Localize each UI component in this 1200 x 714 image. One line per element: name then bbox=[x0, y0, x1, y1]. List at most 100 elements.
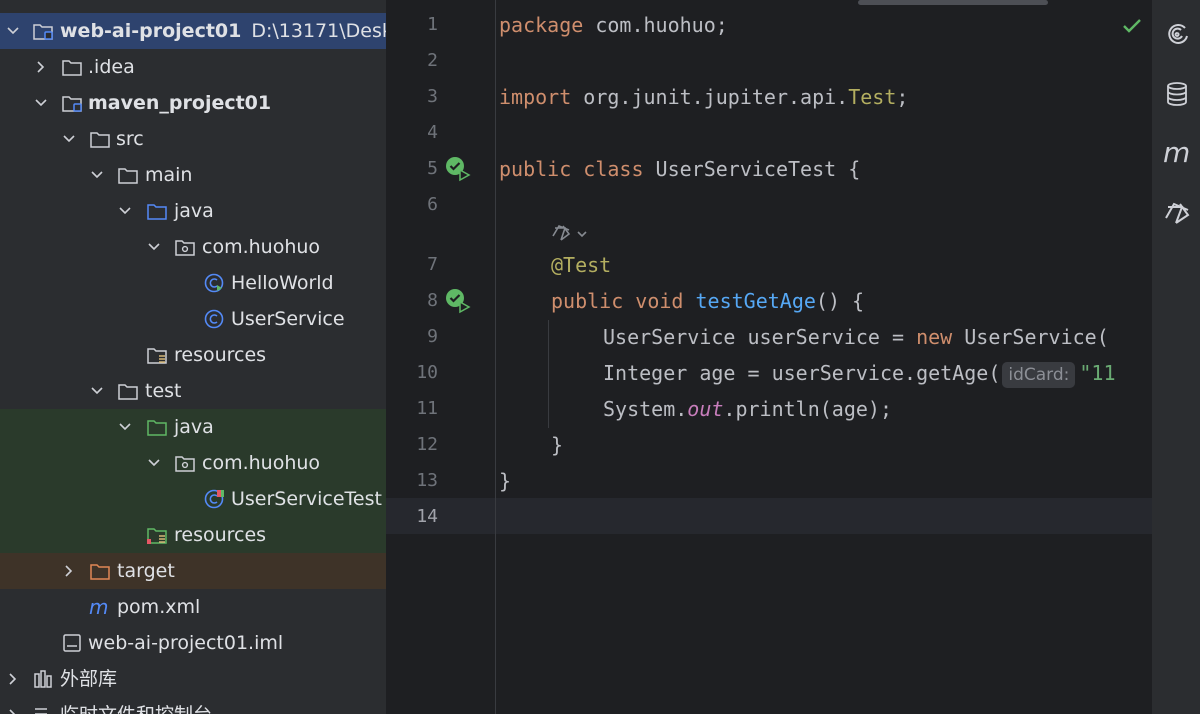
run-test-method-icon[interactable] bbox=[444, 287, 472, 315]
ai-chat-tool[interactable] bbox=[1162, 198, 1192, 228]
tree-item-label: 外部库 bbox=[60, 668, 118, 690]
tree-item-label: 临时文件和控制台 bbox=[60, 697, 212, 714]
database-tool[interactable] bbox=[1162, 79, 1192, 109]
package-icon bbox=[174, 452, 196, 474]
ai-chat-icon bbox=[1165, 202, 1190, 224]
tree-item-label: web-ai-project01.iml bbox=[88, 632, 284, 654]
project-tree-panel: web-ai-project01D:\13171\Desktop\ .idea … bbox=[0, 0, 386, 714]
folder-icon bbox=[89, 128, 111, 150]
line-number: 11 bbox=[416, 398, 438, 419]
path-hint: D:\13171\Desktop\ bbox=[251, 20, 386, 42]
module-folder-icon bbox=[61, 92, 83, 114]
code-line-7: @Test bbox=[551, 253, 612, 277]
code-line-5: public class UserServiceTest { bbox=[499, 157, 861, 181]
chevron-down-icon[interactable] bbox=[34, 96, 48, 110]
chevron-right-icon[interactable] bbox=[62, 564, 76, 578]
test-class-icon bbox=[203, 488, 225, 510]
tree-item-userservice[interactable]: UserService bbox=[0, 301, 386, 337]
code-line-13: } bbox=[499, 469, 512, 493]
tree-item-userservicetest[interactable]: UserServiceTest bbox=[0, 481, 386, 517]
chevron-down-icon[interactable] bbox=[90, 384, 104, 398]
code-line-3: import org.junit.jupiter.api.Test; bbox=[499, 85, 909, 109]
line-number: 4 bbox=[427, 122, 438, 143]
editor-gutter: 1 2 3 4 5 6 7 8 9 10 11 12 13 14 bbox=[386, 0, 496, 714]
tree-item-label: maven_project01 bbox=[88, 92, 272, 114]
horizontal-scrollbar[interactable] bbox=[858, 0, 1048, 5]
line-number: 1 bbox=[427, 14, 438, 35]
tree-item-project-root[interactable]: web-ai-project01D:\13171\Desktop\ bbox=[0, 13, 386, 49]
chevron-right-icon[interactable] bbox=[6, 672, 20, 686]
chevron-down-icon[interactable] bbox=[147, 456, 161, 470]
line-number: 10 bbox=[416, 362, 438, 383]
indent-guide bbox=[548, 320, 549, 428]
class-icon bbox=[203, 308, 225, 330]
maven-file-icon: m bbox=[89, 596, 111, 618]
code-editor[interactable]: 1 2 3 4 5 6 7 8 9 10 11 12 13 14 package… bbox=[386, 0, 1152, 714]
tree-item-label: target bbox=[117, 560, 175, 582]
tree-item-main[interactable]: main bbox=[0, 157, 386, 193]
line-number: 9 bbox=[427, 326, 438, 347]
tree-item-test-resources[interactable]: resources bbox=[0, 517, 386, 553]
chevron-down-icon[interactable] bbox=[118, 420, 132, 434]
test-source-folder-icon bbox=[146, 416, 168, 438]
tree-item-pom[interactable]: m pom.xml bbox=[0, 589, 386, 625]
chevron-down-icon[interactable] bbox=[62, 132, 76, 146]
chevron-down-icon[interactable] bbox=[118, 204, 132, 218]
database-icon bbox=[1167, 82, 1187, 106]
tree-item-label: com.huohuo bbox=[202, 452, 321, 474]
chevron-right-icon[interactable] bbox=[6, 708, 20, 714]
tree-item-iml[interactable]: web-ai-project01.iml bbox=[0, 625, 386, 661]
module-file-icon bbox=[61, 632, 83, 654]
tree-item-package[interactable]: com.huohuo bbox=[0, 229, 386, 265]
tree-item-label: resources bbox=[174, 524, 267, 546]
folder-icon bbox=[117, 164, 139, 186]
tree-item-test-package[interactable]: com.huohuo bbox=[0, 445, 386, 481]
chevron-down-icon[interactable] bbox=[147, 240, 161, 254]
run-test-class-icon[interactable] bbox=[444, 155, 472, 183]
tree-item-test[interactable]: test bbox=[0, 373, 386, 409]
tree-item-label: java bbox=[174, 416, 214, 438]
tree-item-scratches[interactable]: 临时文件和控制台 bbox=[0, 697, 386, 714]
folder-icon bbox=[117, 380, 139, 402]
svg-text:m: m bbox=[1163, 139, 1190, 167]
excluded-folder-icon bbox=[89, 560, 111, 582]
tree-item-main-java[interactable]: java bbox=[0, 193, 386, 229]
line-number: 6 bbox=[427, 194, 438, 215]
right-tool-strip: m bbox=[1152, 0, 1200, 714]
tree-item-helloworld[interactable]: HelloWorld bbox=[0, 265, 386, 301]
maven-icon: m bbox=[1163, 139, 1190, 167]
tree-item-label: test bbox=[145, 380, 182, 402]
tree-item-main-resources[interactable]: resources bbox=[0, 337, 386, 373]
tree-item-test-java[interactable]: java bbox=[0, 409, 386, 445]
chevron-right-icon[interactable] bbox=[34, 60, 48, 74]
tree-item-label: resources bbox=[174, 344, 267, 366]
ai-assistant-inline-icon[interactable] bbox=[551, 222, 593, 246]
tree-item-maven-project01[interactable]: maven_project01 bbox=[0, 85, 386, 121]
tree-item-idea[interactable]: .idea bbox=[0, 49, 386, 85]
current-line-highlight bbox=[386, 498, 1152, 534]
test-resources-folder-icon bbox=[146, 524, 168, 546]
tree-item-target[interactable]: target bbox=[0, 553, 386, 589]
chevron-down-icon[interactable] bbox=[6, 24, 20, 38]
tree-item-label: HelloWorld bbox=[231, 272, 334, 294]
tree-item-label: pom.xml bbox=[117, 596, 201, 618]
tree-item-label: main bbox=[145, 164, 193, 186]
code-line-12: } bbox=[551, 433, 564, 457]
line-number: 2 bbox=[427, 50, 438, 71]
code-line-9: UserService userService = new UserServic… bbox=[603, 325, 1109, 349]
chevron-down-icon[interactable] bbox=[90, 168, 104, 182]
tree-item-src[interactable]: src bbox=[0, 121, 386, 157]
code-line-11: System.out.println(age); bbox=[603, 397, 892, 421]
svg-text:m: m bbox=[89, 596, 108, 618]
scratches-icon bbox=[32, 704, 54, 714]
tree-item-external-libraries[interactable]: 外部库 bbox=[0, 661, 386, 697]
parameter-hint: idCard: bbox=[1002, 361, 1076, 388]
ai-assistant-tool[interactable] bbox=[1162, 19, 1192, 49]
line-number: 8 bbox=[427, 290, 438, 311]
tree-item-label: UserService bbox=[231, 308, 345, 330]
code-line-1: package com.huohuo; bbox=[499, 13, 728, 37]
maven-tool[interactable]: m bbox=[1162, 138, 1192, 168]
resources-folder-icon bbox=[146, 344, 168, 366]
line-number: 5 bbox=[427, 158, 438, 179]
check-icon[interactable] bbox=[1121, 15, 1143, 37]
